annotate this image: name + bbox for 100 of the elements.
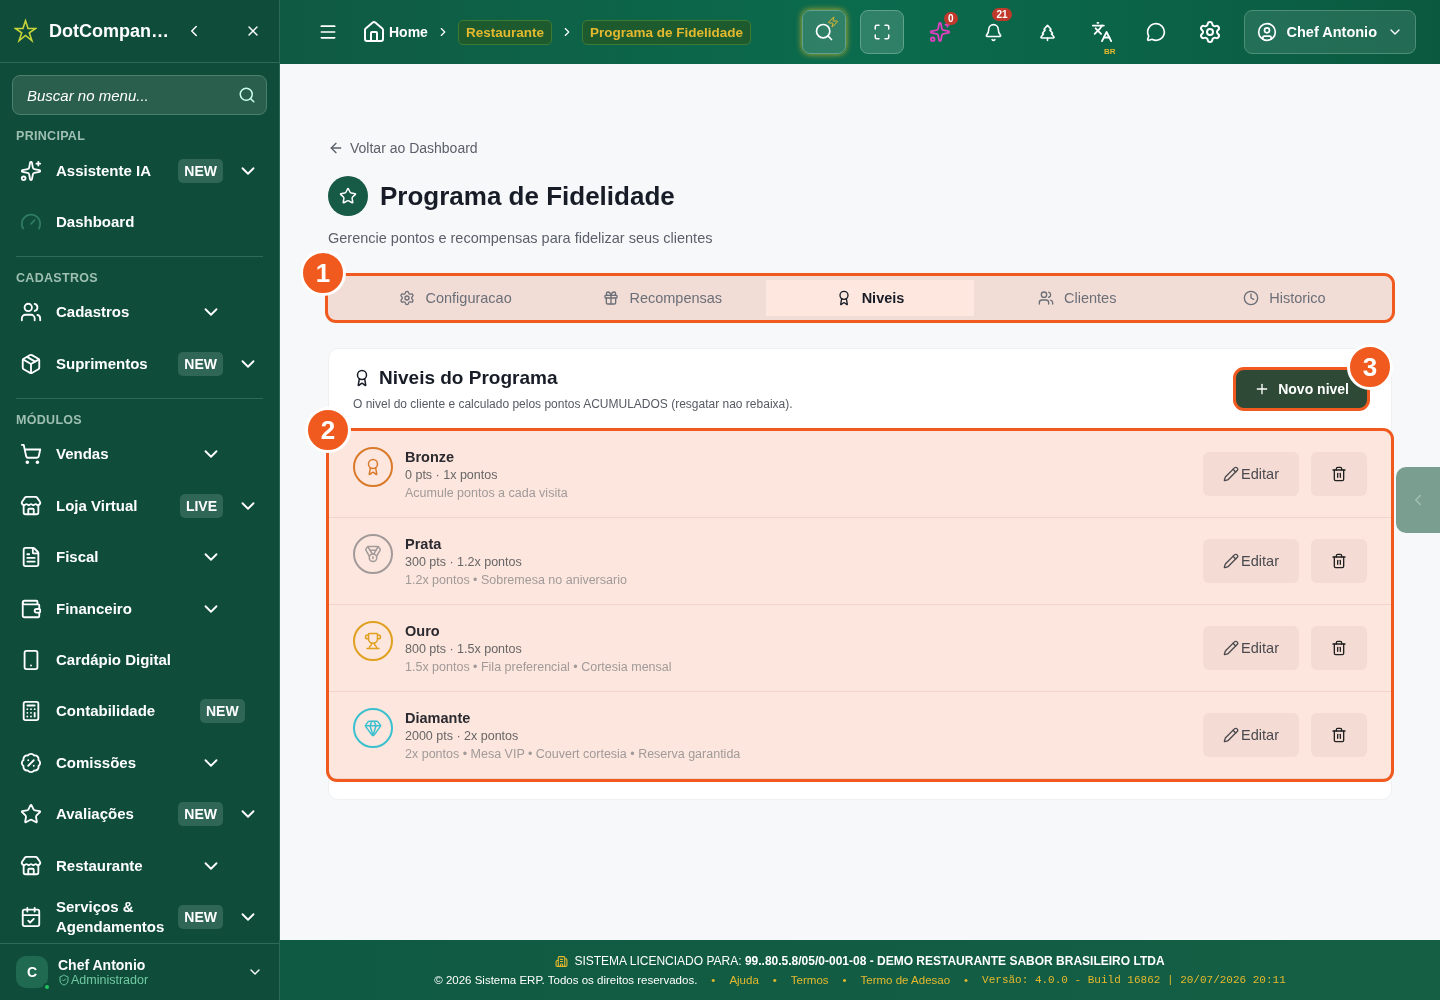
delete-button[interactable]: [1311, 539, 1367, 583]
calculator-icon: [20, 700, 42, 723]
nav-item[interactable]: Fiscal: [0, 531, 279, 583]
menu-search-field[interactable]: Buscar no menu...: [12, 75, 267, 115]
sparkles-icon: [20, 159, 42, 182]
trash-icon: [1331, 640, 1347, 656]
nav-item[interactable]: Serviços & Agendamentos NEW: [0, 891, 279, 943]
wallet-icon: [20, 597, 42, 620]
clock-icon: [1243, 290, 1260, 306]
user-menu[interactable]: C Chef Antonio Administrador: [0, 942, 279, 1000]
search-icon: [813, 22, 834, 42]
side-panel-toggle[interactable]: [1396, 467, 1440, 533]
page-subtitle: Gerencie pontos e recompensas para fidelizar seus clientes: [328, 230, 714, 246]
calendar-icon: [20, 906, 42, 929]
pencil-icon: [1223, 640, 1240, 656]
count-badge: 0: [943, 12, 958, 25]
card-title: Niveis do Programa: [379, 367, 558, 389]
expand-icon: [872, 23, 891, 41]
section-title: MÓDULOS: [15, 411, 83, 429]
user-role: Administrador: [71, 972, 149, 987]
nav-badge: NEW: [200, 699, 245, 724]
level-name: Bronze: [405, 448, 456, 465]
level-points: 0 pts · 1x pontos: [405, 467, 499, 482]
separator-dot: •: [772, 974, 777, 986]
footer-link[interactable]: Termos: [790, 974, 829, 986]
nav-item[interactable]: Dashboard: [0, 196, 279, 248]
nav-item[interactable]: Cadastros: [0, 286, 279, 339]
level-points: 2000 pts · 2x pontos: [405, 728, 520, 743]
version-text: Versão: 4.0.0 - Build 16862 | 20/07/2026 20:11: [982, 974, 1286, 986]
level-name: Diamante: [405, 709, 472, 726]
separator-dot: •: [842, 974, 847, 986]
nav-item[interactable]: Financeiro: [0, 582, 279, 635]
nav-item[interactable]: Avaliações NEW: [0, 788, 279, 840]
nav-item[interactable]: Loja Virtual LIVE: [0, 479, 279, 532]
pencil-icon: [1223, 553, 1240, 569]
tab[interactable]: Configuracao: [352, 280, 560, 316]
copyright-text: © 2026 Sistema ERP. Todos os direitos reservados.: [434, 974, 698, 986]
back-link[interactable]: Voltar ao Dashboard: [328, 140, 1392, 156]
nav-badge: NEW: [178, 905, 223, 930]
menu-search-input[interactable]: Buscar no menu...: [25, 85, 238, 105]
nav-badge: NEW: [178, 802, 223, 827]
breadcrumb-chip[interactable]: Restaurante: [457, 19, 552, 45]
edit-button[interactable]: Editar: [1203, 713, 1299, 757]
translate-icon: [1090, 21, 1113, 43]
store-icon: [20, 854, 42, 877]
level-name: Prata: [405, 535, 443, 552]
level-perks: 1.2x pontos • Sobremesa no aniversario: [405, 572, 628, 587]
menu-icon: [318, 22, 338, 42]
tab[interactable]: Clientes: [973, 280, 1181, 316]
delete-button[interactable]: [1311, 713, 1367, 757]
tab[interactable]: Niveis: [766, 280, 974, 316]
delete-button[interactable]: [1311, 626, 1367, 670]
nav-item[interactable]: Assistente IA NEW: [0, 144, 279, 197]
delete-button[interactable]: [1311, 452, 1367, 496]
pencil-icon: [1223, 727, 1240, 743]
quick-search-button[interactable]: [801, 10, 846, 54]
nav-item[interactable]: Contabilidade NEW: [0, 685, 279, 738]
trash-icon: [1331, 553, 1347, 569]
nav-item[interactable]: Cardápio Digital: [0, 634, 279, 686]
level-perks: 2x pontos • Mesa VIP • Couvert cortesia • Reserva garantida: [405, 746, 742, 761]
level-perks: 1.5x pontos • Fila preferencial • Cortesia mensal: [405, 659, 673, 674]
fullscreen-button[interactable]: [859, 10, 904, 54]
lightning-icon: [826, 16, 839, 28]
box-icon: [20, 352, 42, 375]
home-icon: [362, 20, 386, 44]
tab[interactable]: Historico: [1180, 280, 1388, 316]
callout-number: 3: [1347, 344, 1393, 390]
arrow-left-icon: [328, 140, 344, 156]
user-button[interactable]: Chef Antonio: [1243, 10, 1416, 54]
edit-button[interactable]: Editar: [1203, 539, 1299, 583]
users-icon: [20, 301, 42, 324]
percent-icon: [20, 751, 42, 774]
edit-button[interactable]: Editar: [1203, 452, 1299, 496]
gift-icon: [603, 290, 620, 306]
trash-icon: [1331, 466, 1347, 482]
sparkles-button[interactable]: 0: [919, 12, 960, 52]
breadcrumb-link[interactable]: Home: [362, 20, 428, 44]
user-avatar: C: [16, 955, 48, 988]
footer-link[interactable]: Ajuda: [729, 974, 759, 986]
pencil-icon: [1223, 466, 1240, 482]
edit-button[interactable]: Editar: [1203, 626, 1299, 670]
nav-badge: NEW: [178, 351, 223, 376]
store-icon: [20, 494, 42, 517]
document-icon: [20, 546, 42, 569]
nav-item[interactable]: Suprimentos NEW: [0, 338, 279, 390]
card-description: O nivel do cliente e calculado pelos pontos ACUMULADOS (resgatar nao rebaixa).: [353, 397, 794, 411]
footer-link[interactable]: Termo de Adesao: [860, 974, 951, 986]
page-title: Programa de Fidelidade: [380, 180, 675, 212]
separator-dot: •: [964, 974, 969, 986]
nav-item[interactable]: Comissões: [0, 737, 279, 789]
trash-icon: [1331, 727, 1347, 743]
nav-item[interactable]: Restaurante: [0, 839, 279, 892]
nav-item[interactable]: Vendas: [0, 428, 279, 480]
breadcrumb-chip[interactable]: Programa de Fidelidade: [581, 19, 751, 45]
callout-number: 1: [300, 250, 346, 296]
callout-number: 2: [305, 407, 351, 453]
shield-icon: [58, 973, 70, 986]
tab[interactable]: Recompensas: [559, 280, 767, 316]
level-points: 300 pts · 1.2x pontos: [405, 554, 523, 569]
gear-icon: [399, 290, 416, 306]
